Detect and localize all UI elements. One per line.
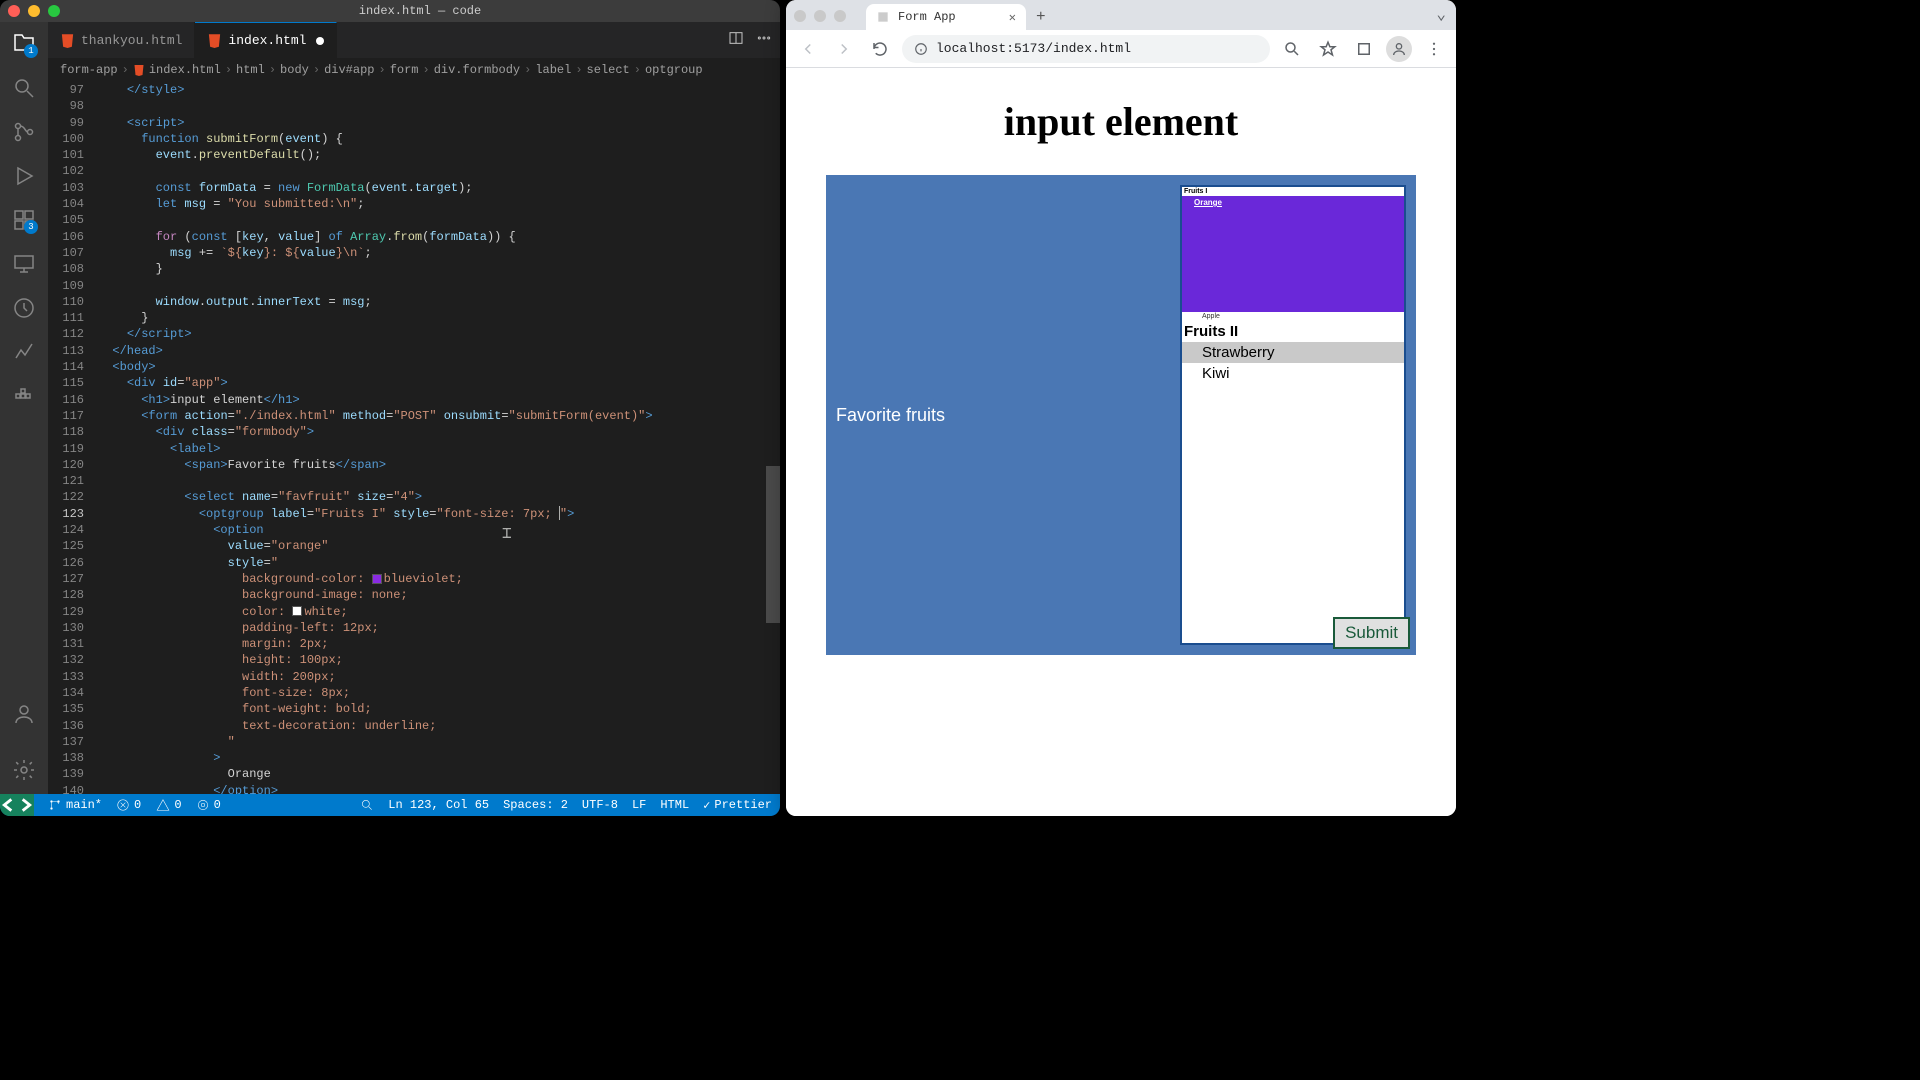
option-strawberry[interactable]: Strawberry — [1182, 342, 1404, 363]
html-file-icon — [207, 33, 222, 48]
url-text: localhost:5173/index.html — [936, 41, 1131, 56]
settings-gear-icon[interactable] — [12, 758, 36, 782]
editor-tabs: thankyou.html index.html — [48, 22, 780, 58]
page-favicon-icon — [876, 10, 890, 24]
magnify-icon[interactable] — [360, 798, 374, 812]
indent-indicator[interactable]: Spaces: 2 — [503, 798, 568, 813]
menu-dots-icon[interactable] — [1420, 35, 1448, 63]
explorer-badge: 1 — [24, 44, 38, 58]
cursor-position[interactable]: Ln 123, Col 65 — [388, 798, 489, 813]
encoding-indicator[interactable]: UTF-8 — [582, 798, 618, 813]
code-editor[interactable]: 9798991001011021031041051061071081091101… — [48, 82, 780, 794]
profile-avatar[interactable] — [1386, 36, 1412, 62]
remote-indicator[interactable] — [0, 794, 34, 816]
option-apple[interactable]: Apple — [1182, 312, 1404, 321]
status-bar: main* 0 0 0 Ln 123, Col 65 Spaces: 2 UTF… — [0, 794, 780, 816]
favfruit-select[interactable]: Fruits I Orange Apple Fruits II Strawber… — [1180, 185, 1406, 645]
graph-icon[interactable] — [12, 340, 36, 364]
extensions-icon[interactable]: 3 — [12, 208, 36, 232]
new-tab-button[interactable]: + — [1036, 8, 1046, 26]
address-bar[interactable]: localhost:5173/index.html — [902, 35, 1270, 63]
extensions-badge: 3 — [24, 220, 38, 234]
live-share-icon[interactable] — [12, 296, 36, 320]
tab-label: thankyou.html — [81, 33, 182, 48]
vscode-window: index.html — code 1 3 thankyou.html — [0, 0, 780, 816]
remote-explorer-icon[interactable] — [12, 252, 36, 276]
optgroup-fruits-1: Fruits I — [1182, 187, 1404, 196]
browser-window: Form App ✕ + ⌄ localhost:5173/index.html… — [786, 0, 1456, 816]
option-kiwi[interactable]: Kiwi — [1182, 363, 1404, 384]
back-button[interactable] — [794, 35, 822, 63]
tab-title: Form App — [898, 10, 956, 24]
tab-thankyou[interactable]: thankyou.html — [48, 22, 195, 58]
browser-toolbar: localhost:5173/index.html — [786, 30, 1456, 68]
submit-button[interactable]: Submit — [1333, 617, 1410, 649]
window-maximize-icon[interactable] — [48, 5, 60, 17]
split-editor-icon[interactable] — [728, 30, 744, 51]
vscode-titlebar: index.html — code — [0, 0, 780, 22]
browser-tabstrip: Form App ✕ + ⌄ — [786, 0, 1456, 30]
port-indicator[interactable]: 0 — [196, 798, 221, 812]
overview-ruler[interactable] — [766, 82, 780, 794]
search-icon[interactable] — [12, 76, 36, 100]
favorite-fruits-label: Favorite fruits — [836, 405, 945, 426]
option-orange[interactable]: Orange — [1182, 196, 1404, 312]
window-maximize-icon[interactable] — [834, 10, 846, 22]
account-icon[interactable] — [12, 702, 36, 726]
html-file-icon — [60, 33, 75, 48]
tab-label: index.html — [228, 33, 306, 48]
bookmark-star-icon[interactable] — [1314, 35, 1342, 63]
chevron-down-icon[interactable]: ⌄ — [1436, 4, 1446, 24]
explorer-icon[interactable]: 1 — [12, 32, 36, 56]
form-body: Favorite fruits Fruits I Orange Apple Fr… — [826, 175, 1416, 655]
browser-tab[interactable]: Form App ✕ — [866, 4, 1026, 30]
browser-viewport: input element Favorite fruits Fruits I O… — [786, 68, 1456, 816]
site-info-icon[interactable] — [914, 42, 928, 56]
window-minimize-icon[interactable] — [814, 10, 826, 22]
optgroup-fruits-2: Fruits II — [1182, 321, 1404, 342]
page-title: input element — [826, 98, 1416, 145]
tab-close-icon[interactable]: ✕ — [1009, 10, 1016, 25]
prettier-indicator[interactable]: ✓ Prettier — [703, 798, 772, 813]
unsaved-dot-icon — [316, 37, 324, 45]
window-close-icon[interactable] — [794, 10, 806, 22]
git-branch[interactable]: main* — [48, 798, 102, 812]
tab-index[interactable]: index.html — [195, 22, 337, 58]
language-indicator[interactable]: HTML — [660, 798, 689, 813]
extensions-puzzle-icon[interactable] — [1350, 35, 1378, 63]
more-actions-icon[interactable] — [756, 30, 772, 51]
window-title: index.html — code — [68, 4, 772, 18]
breadcrumb[interactable]: form-app› index.html› html› body› div#ap… — [48, 58, 780, 82]
html-file-icon — [133, 64, 145, 76]
reload-button[interactable] — [866, 35, 894, 63]
activity-bar: 1 3 — [0, 22, 48, 794]
zoom-icon[interactable] — [1278, 35, 1306, 63]
run-debug-icon[interactable] — [12, 164, 36, 188]
forward-button[interactable] — [830, 35, 858, 63]
source-control-icon[interactable] — [12, 120, 36, 144]
line-number-gutter: 9798991001011021031041051061071081091101… — [48, 82, 98, 794]
problems-indicator[interactable]: 0 0 — [116, 798, 182, 812]
docker-icon[interactable] — [12, 384, 36, 408]
text-cursor-icon: ⌶ — [502, 526, 512, 542]
window-close-icon[interactable] — [8, 5, 20, 17]
eol-indicator[interactable]: LF — [632, 798, 646, 813]
window-minimize-icon[interactable] — [28, 5, 40, 17]
